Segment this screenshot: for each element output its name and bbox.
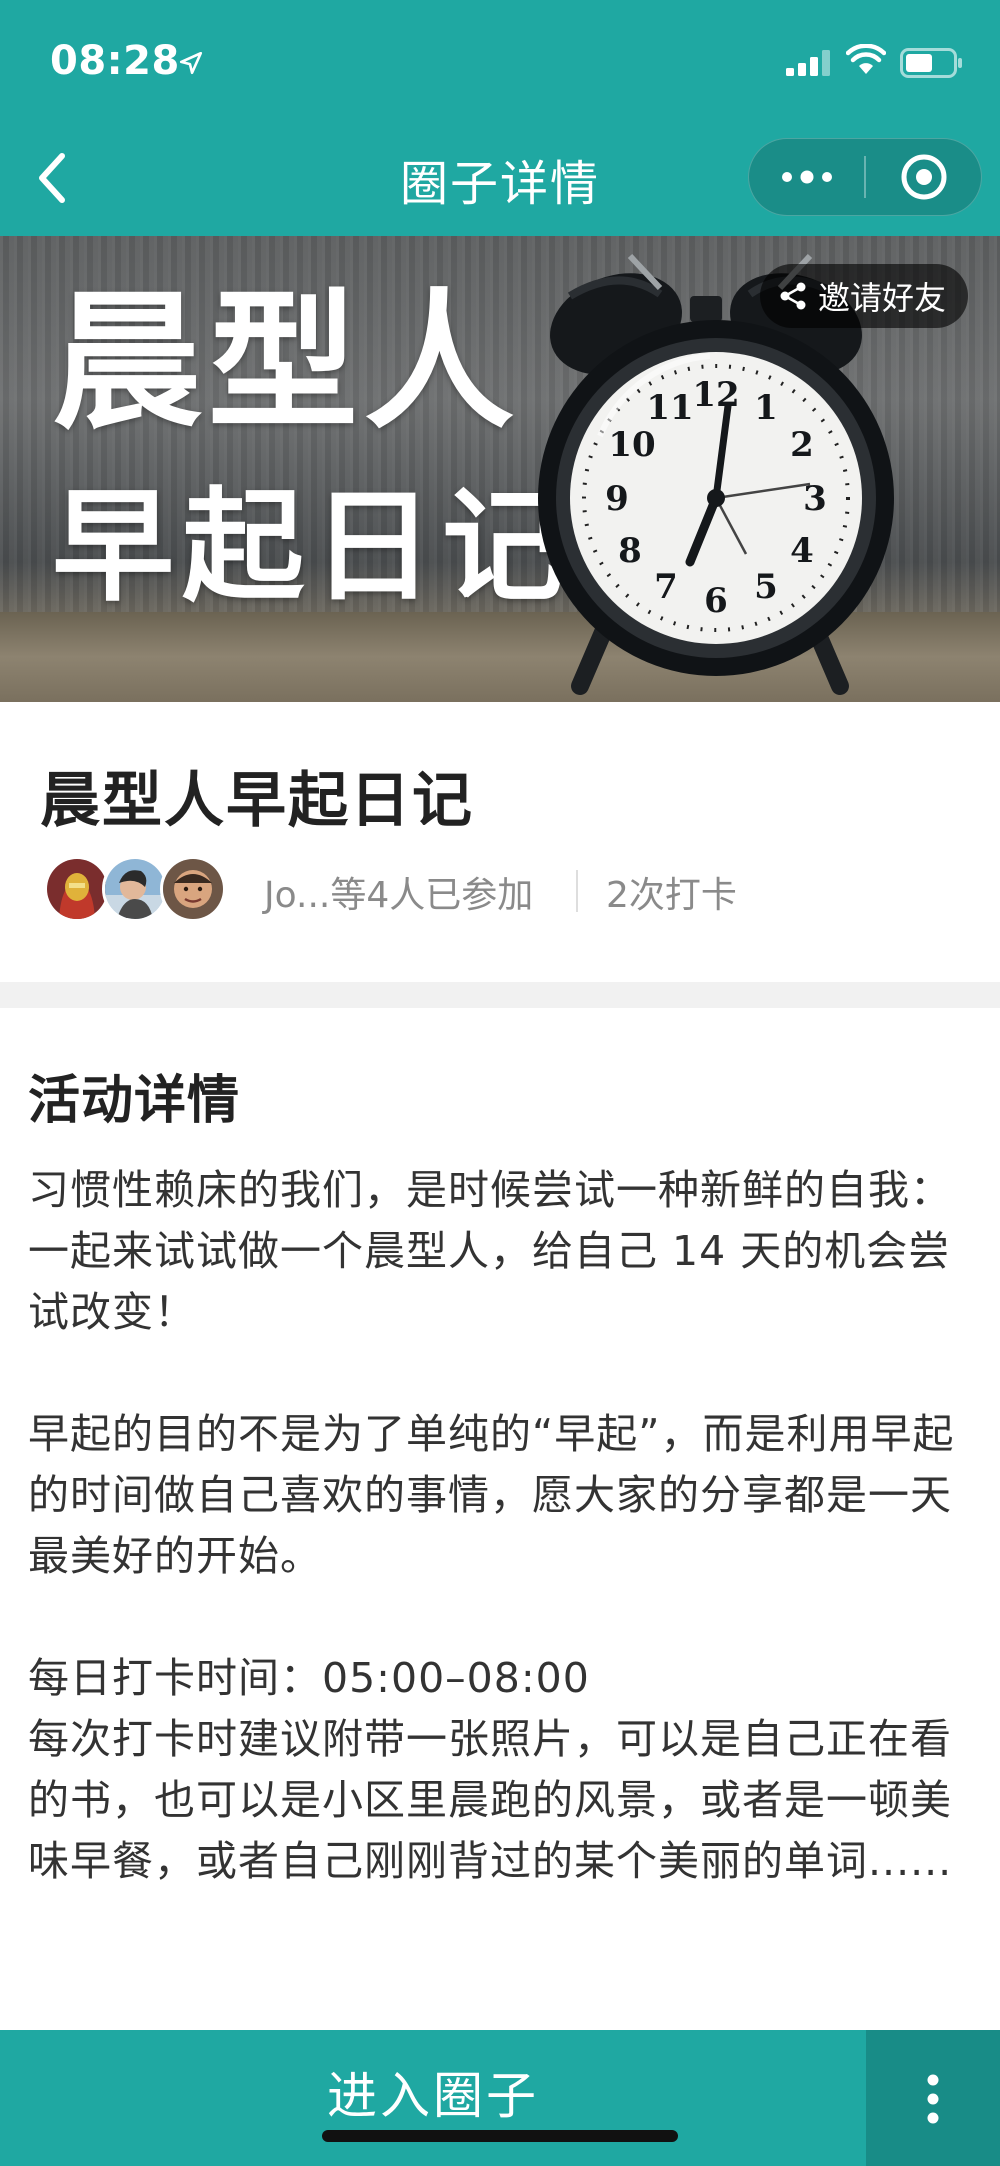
banner-title-line1: 晨型人 xyxy=(52,276,521,450)
top-header: 08:28 圈子详情 xyxy=(0,0,1000,236)
status-time: 08:28 xyxy=(50,38,180,84)
svg-text:7: 7 xyxy=(654,567,678,607)
avatar[interactable] xyxy=(160,856,226,922)
svg-text:1: 1 xyxy=(754,388,778,428)
status-bar: 08:28 xyxy=(0,0,1000,120)
more-button[interactable] xyxy=(749,138,864,216)
enter-circle-button[interactable]: 进入圈子 xyxy=(0,2030,866,2166)
svg-text:12: 12 xyxy=(692,375,739,415)
info-divider xyxy=(576,870,578,912)
svg-text:5: 5 xyxy=(754,567,778,607)
share-icon xyxy=(780,282,806,310)
avatar[interactable] xyxy=(102,856,168,922)
circle-title: 晨型人早起日记 xyxy=(40,766,474,836)
activity-detail: 活动详情 习惯性赖床的我们，是时候尝试一种新鲜的自我：一起来试试做一个晨型人，给… xyxy=(0,1008,1000,2030)
more-dots-icon xyxy=(781,170,832,184)
enter-circle-label: 进入圈子 xyxy=(327,2067,539,2125)
detail-paragraph: 每次打卡时建议附带一张照片，可以是自己正在看的书，也可以是小区里晨跑的风景，或者… xyxy=(28,1715,953,1885)
detail-paragraph: 习惯性赖床的我们，是时候尝试一种新鲜的自我：一起来试试做一个晨型人，给自己 14… xyxy=(28,1166,952,1336)
wifi-icon xyxy=(846,44,886,74)
detail-paragraph: 早起的目的不是为了单纯的“早起”，而是利用早起的时间做自己喜欢的事情，愿大家的分… xyxy=(28,1410,955,1580)
detail-body: 习惯性赖床的我们，是时候尝试一种新鲜的自我：一起来试试做一个晨型人，给自己 14… xyxy=(28,1160,978,1892)
member-avatars[interactable] xyxy=(44,856,244,922)
svg-text:4: 4 xyxy=(790,531,814,571)
checkin-count: 2次打卡 xyxy=(606,875,737,916)
svg-text:9: 9 xyxy=(605,479,629,519)
bottom-bar: 进入圈子 xyxy=(0,2030,1000,2166)
mini-program-capsule xyxy=(748,138,982,216)
invite-label: 邀请好友 xyxy=(818,279,947,317)
signal-icon xyxy=(786,50,830,76)
svg-text:6: 6 xyxy=(704,581,728,621)
banner-title-line2: 早起日记 xyxy=(52,476,572,618)
home-indicator xyxy=(322,2130,678,2142)
detail-heading: 活动详情 xyxy=(28,1071,241,1131)
vertical-dots-icon xyxy=(927,2074,939,2124)
battery-icon xyxy=(900,48,962,78)
circle-info: 晨型人早起日记 Jo...等4人已参加 2次打卡 xyxy=(0,702,1000,982)
avatar[interactable] xyxy=(44,856,110,922)
close-button[interactable] xyxy=(866,138,981,216)
close-circle-icon xyxy=(901,154,946,200)
svg-text:11: 11 xyxy=(646,388,693,428)
svg-text:10: 10 xyxy=(608,425,655,465)
members-count[interactable]: Jo...等4人已参加 xyxy=(264,866,533,918)
bottom-more-button[interactable] xyxy=(866,2030,1000,2166)
invite-friends-button[interactable]: 邀请好友 xyxy=(760,264,969,328)
svg-text:2: 2 xyxy=(790,425,814,465)
nav-bar: 圈子详情 xyxy=(0,120,1000,236)
svg-text:8: 8 xyxy=(618,531,642,571)
circle-banner: 晨型人 早起日记 12 1 2 3 4 5 6 7 8 9 10 11 邀请好友 xyxy=(0,236,1000,702)
section-gap xyxy=(0,982,1000,1008)
checkin-time: 每日打卡时间：05:00–08:00 xyxy=(28,1654,590,1702)
location-arrow-icon xyxy=(179,51,203,75)
